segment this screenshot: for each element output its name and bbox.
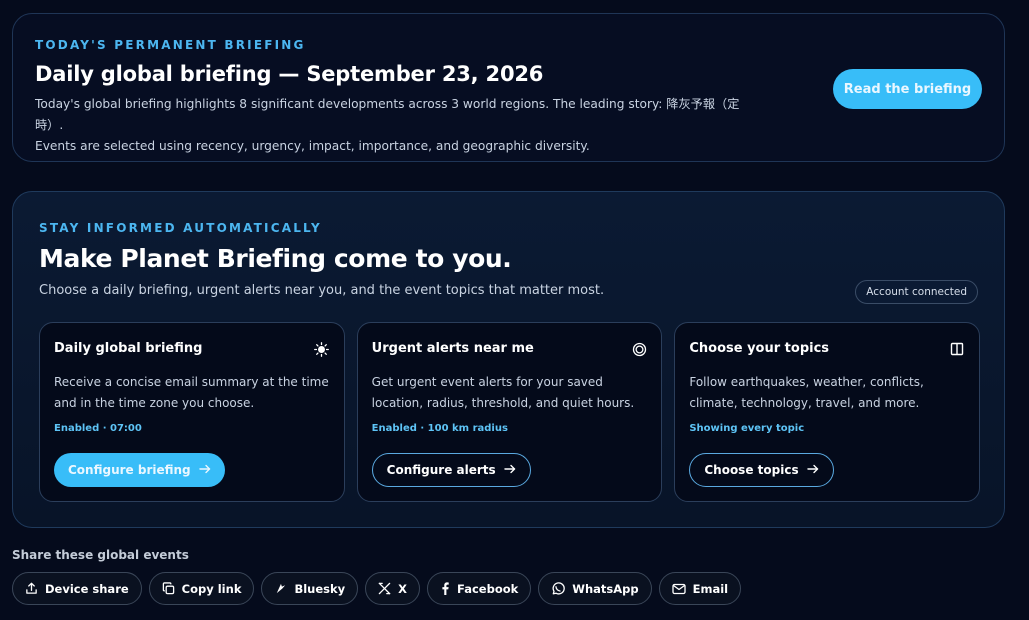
option-title: Choose your topics [689,341,830,356]
copy-icon [162,582,175,595]
configure-briefing-button[interactable]: Configure briefing [54,453,225,487]
briefing-text-line-1: Today's global briefing highlights 8 sig… [35,97,740,132]
configure-alerts-button[interactable]: Configure alerts [371,453,531,487]
button-label: Bluesky [294,581,346,596]
device-share-button[interactable]: Device share [12,572,142,605]
option-description: Get urgent event alerts for your saved l… [371,375,635,410]
copy-link-button[interactable]: Copy link [148,572,255,605]
x-button[interactable]: X [365,572,421,605]
columns-icon [949,341,965,357]
read-briefing-button[interactable]: Read the briefing [833,69,982,109]
option-status: Enabled · 100 km radius [371,423,508,434]
briefing-card: TODAY'S PERMANENT BRIEFING Daily global … [12,13,1005,162]
arrow-right-icon [503,463,516,477]
button-label: Configure briefing [68,463,191,477]
auto-briefing-card: STAY INFORMED AUTOMATICALLY Make Planet … [12,191,1005,528]
share-label: Share these global events [12,548,189,562]
briefing-eyebrow: TODAY'S PERMANENT BRIEFING [35,38,306,52]
option-description: Receive a concise email summary at the t… [54,375,329,410]
button-label: Facebook [457,581,519,596]
option-status: Enabled · 07:00 [54,423,142,434]
arrow-right-icon [806,463,819,477]
option-title: Urgent alerts near me [371,341,534,356]
whatsapp-button[interactable]: WhatsApp [538,572,652,605]
share-buttons: Device share Copy link Bluesky X Faceboo… [12,572,742,605]
page: TODAY'S PERMANENT BRIEFING Daily global … [0,0,1029,620]
bluesky-button[interactable]: Bluesky [261,572,359,605]
option-description: Follow earthquakes, weather, conflicts, … [689,375,924,410]
button-label: Configure alerts [386,463,496,477]
button-label: X [398,581,408,596]
whatsapp-icon [551,581,566,596]
button-label: Email [692,581,729,596]
auto-subtitle: Choose a daily briefing, urgent alerts n… [39,283,605,298]
button-label: Device share [45,581,129,596]
choose-topics-button[interactable]: Choose topics [689,453,834,487]
button-label: Choose topics [704,463,799,477]
x-logo-icon [378,582,391,595]
auto-eyebrow: STAY INFORMED AUTOMATICALLY [39,221,322,235]
arrow-right-icon [198,463,211,477]
briefing-text-line-2: Events are selected using recency, urgen… [35,139,590,153]
bluesky-icon [274,582,287,595]
sun-icon [314,341,330,357]
button-label: WhatsApp [572,581,639,596]
mail-icon [671,583,686,595]
auto-title: Make Planet Briefing come to you. [39,244,512,273]
option-card-urgent-alerts: Urgent alerts near me Get urgent event a… [356,322,663,502]
option-status: Showing every topic [689,423,805,434]
option-card-daily-briefing: Daily global briefing Receive a concise … [39,322,345,502]
account-connected-badge: Account connected [855,280,978,304]
share-icon [25,582,38,595]
facebook-button[interactable]: Facebook [427,572,532,605]
option-title: Daily global briefing [54,341,203,356]
briefing-description: Today's global briefing highlights 8 sig… [35,94,755,157]
target-icon [631,341,647,357]
facebook-icon [440,582,450,595]
button-label: Copy link [181,581,242,596]
options-row: Daily global briefing Receive a concise … [39,322,981,502]
option-card-topics: Choose your topics Follow earthquakes, w… [674,322,981,502]
email-button[interactable]: Email [658,572,742,605]
